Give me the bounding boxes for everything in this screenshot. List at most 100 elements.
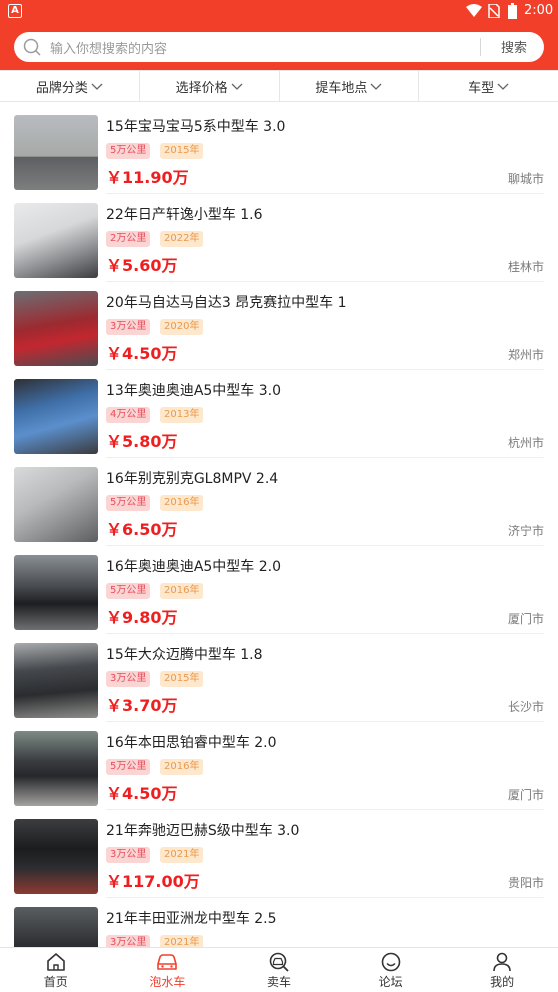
car-search-icon xyxy=(269,952,289,972)
car-photo xyxy=(14,203,98,278)
car-photo xyxy=(14,907,98,947)
year-tag: 2016年 xyxy=(160,583,204,599)
filter-label: 品牌分类 xyxy=(35,80,88,96)
year-tag: 2022年 xyxy=(160,231,204,247)
mileage-tag: 3万公里 xyxy=(106,671,151,687)
mileage-tag: 5万公里 xyxy=(106,759,151,775)
listing-title: 20年马自达马自达3 昂克赛拉中型车 1 xyxy=(106,295,347,311)
tab-forum[interactable]: 论坛 xyxy=(335,948,447,992)
listing-title: 21年丰田亚洲龙中型车 2.5 xyxy=(106,911,277,927)
listing-price: ￥9.80万 xyxy=(106,608,178,627)
listing-item[interactable]: 21年奔驰迈巴赫S级中型车 3.0 3万公里 2021年 ￥117.00万 贵阳… xyxy=(0,810,558,898)
mileage-tag: 3万公里 xyxy=(106,847,151,863)
filter-label: 选择价格 xyxy=(175,80,228,96)
notification-a-icon: A xyxy=(8,4,22,18)
status-time: 2:00 xyxy=(524,3,554,18)
user-icon xyxy=(493,952,511,972)
listing-item[interactable]: 22年日产轩逸小型车 1.6 2万公里 2022年 ￥5.60万 桂林市 xyxy=(0,194,558,282)
tab-label: 首页 xyxy=(43,975,68,989)
car-listing[interactable]: 15年宝马宝马5系中型车 3.0 5万公里 2015年 ￥11.90万 聊城市 … xyxy=(0,106,558,947)
home-icon xyxy=(46,953,65,971)
listing-item[interactable]: 16年本田思铂睿中型车 2.0 5万公里 2016年 ￥4.50万 厦门市 xyxy=(0,722,558,810)
chevron-down-icon xyxy=(231,83,243,90)
filter-brand[interactable]: 品牌分类 xyxy=(0,71,140,101)
filter-location[interactable]: 提车地点 xyxy=(280,71,420,101)
listing-title: 21年奔驰迈巴赫S级中型车 3.0 xyxy=(106,823,300,839)
listing-item[interactable]: 13年奥迪奥迪A5中型车 3.0 4万公里 2013年 ￥5.80万 杭州市 xyxy=(0,370,558,458)
year-tag: 2021年 xyxy=(160,935,204,947)
year-tag: 2015年 xyxy=(160,143,204,159)
year-tag: 2016年 xyxy=(160,495,204,511)
listing-city: 杭州市 xyxy=(507,436,544,450)
listing-price: ￥4.50万 xyxy=(106,784,178,803)
listing-city: 郑州市 xyxy=(507,348,544,362)
year-tag: 2013年 xyxy=(160,407,204,423)
search-icon xyxy=(23,38,41,56)
car-photo xyxy=(14,115,98,190)
filter-label: 车型 xyxy=(468,80,495,96)
listing-item[interactable]: 21年丰田亚洲龙中型车 2.5 3万公里 2021年 xyxy=(0,898,558,947)
mileage-tag: 5万公里 xyxy=(106,495,151,511)
listing-price: ￥6.50万 xyxy=(106,520,178,539)
car-photo xyxy=(14,467,98,542)
listing-price: ￥11.90万 xyxy=(106,168,189,187)
listing-title: 16年别克别克GL8MPV 2.4 xyxy=(106,471,279,487)
listing-item[interactable]: 15年大众迈腾中型车 1.8 3万公里 2015年 ￥3.70万 长沙市 xyxy=(0,634,558,722)
battery-icon xyxy=(508,3,517,19)
listing-city: 聊城市 xyxy=(507,172,544,186)
tab-flooded-cars[interactable]: 泡水车 xyxy=(112,948,224,992)
listing-item[interactable]: 16年奥迪奥迪A5中型车 2.0 5万公里 2016年 ￥9.80万 厦门市 xyxy=(0,546,558,634)
year-tag: 2016年 xyxy=(160,759,204,775)
search-box[interactable]: 输入你想搜索的内容 搜索 xyxy=(14,32,544,62)
listing-city: 厦门市 xyxy=(507,612,544,626)
no-sim-icon xyxy=(488,4,500,18)
year-tag: 2015年 xyxy=(160,671,204,687)
listing-title: 22年日产轩逸小型车 1.6 xyxy=(106,207,263,223)
listing-price: ￥3.70万 xyxy=(106,696,178,715)
car-photo xyxy=(14,291,98,366)
search-input[interactable]: 输入你想搜索的内容 xyxy=(50,38,167,57)
chevron-down-icon xyxy=(91,83,103,90)
tab-label: 我的 xyxy=(490,975,515,989)
listing-city: 厦门市 xyxy=(507,788,544,802)
bottom-tab-bar: 首页 泡水车 卖车 论坛 我的 xyxy=(0,947,558,992)
listing-price: ￥5.60万 xyxy=(106,256,178,275)
tab-sell-car[interactable]: 卖车 xyxy=(223,948,335,992)
listing-title: 15年大众迈腾中型车 1.8 xyxy=(106,647,263,663)
tab-profile[interactable]: 我的 xyxy=(446,948,558,992)
mileage-tag: 3万公里 xyxy=(106,935,151,947)
listing-item[interactable]: 20年马自达马自达3 昂克赛拉中型车 1 3万公里 2020年 ￥4.50万 郑… xyxy=(0,282,558,370)
listing-city: 长沙市 xyxy=(507,700,544,714)
status-bar: A 2:00 xyxy=(0,0,558,22)
listing-title: 16年本田思铂睿中型车 2.0 xyxy=(106,735,277,751)
listing-title: 15年宝马宝马5系中型车 3.0 xyxy=(106,119,286,135)
listing-item[interactable]: 16年别克别克GL8MPV 2.4 5万公里 2016年 ￥6.50万 济宁市 xyxy=(0,458,558,546)
car-photo xyxy=(14,643,98,718)
listing-item[interactable]: 15年宝马宝马5系中型车 3.0 5万公里 2015年 ￥11.90万 聊城市 xyxy=(0,106,558,194)
search-button[interactable]: 搜索 xyxy=(494,37,534,56)
tab-label: 卖车 xyxy=(266,975,291,989)
filter-price[interactable]: 选择价格 xyxy=(140,71,280,101)
filter-label: 提车地点 xyxy=(315,80,368,96)
car-photo xyxy=(14,555,98,630)
mileage-tag: 5万公里 xyxy=(106,583,151,599)
listing-city: 济宁市 xyxy=(507,524,544,538)
listing-price: ￥4.50万 xyxy=(106,344,178,363)
search-header: 输入你想搜索的内容 搜索 xyxy=(0,22,558,70)
year-tag: 2020年 xyxy=(160,319,204,335)
listing-price: ￥117.00万 xyxy=(106,872,200,891)
filter-type[interactable]: 车型 xyxy=(419,71,558,101)
mileage-tag: 4万公里 xyxy=(106,407,151,423)
mileage-tag: 5万公里 xyxy=(106,143,151,159)
tab-home[interactable]: 首页 xyxy=(0,948,112,992)
smile-icon xyxy=(381,952,400,972)
year-tag: 2021年 xyxy=(160,847,204,863)
mileage-tag: 3万公里 xyxy=(106,319,151,335)
wifi-icon xyxy=(466,4,482,17)
tab-label: 泡水车 xyxy=(149,975,186,989)
chevron-down-icon xyxy=(497,83,509,90)
listing-price: ￥5.80万 xyxy=(106,432,178,451)
listing-title: 16年奥迪奥迪A5中型车 2.0 xyxy=(106,559,282,575)
car-photo xyxy=(14,731,98,806)
mileage-tag: 2万公里 xyxy=(106,231,151,247)
